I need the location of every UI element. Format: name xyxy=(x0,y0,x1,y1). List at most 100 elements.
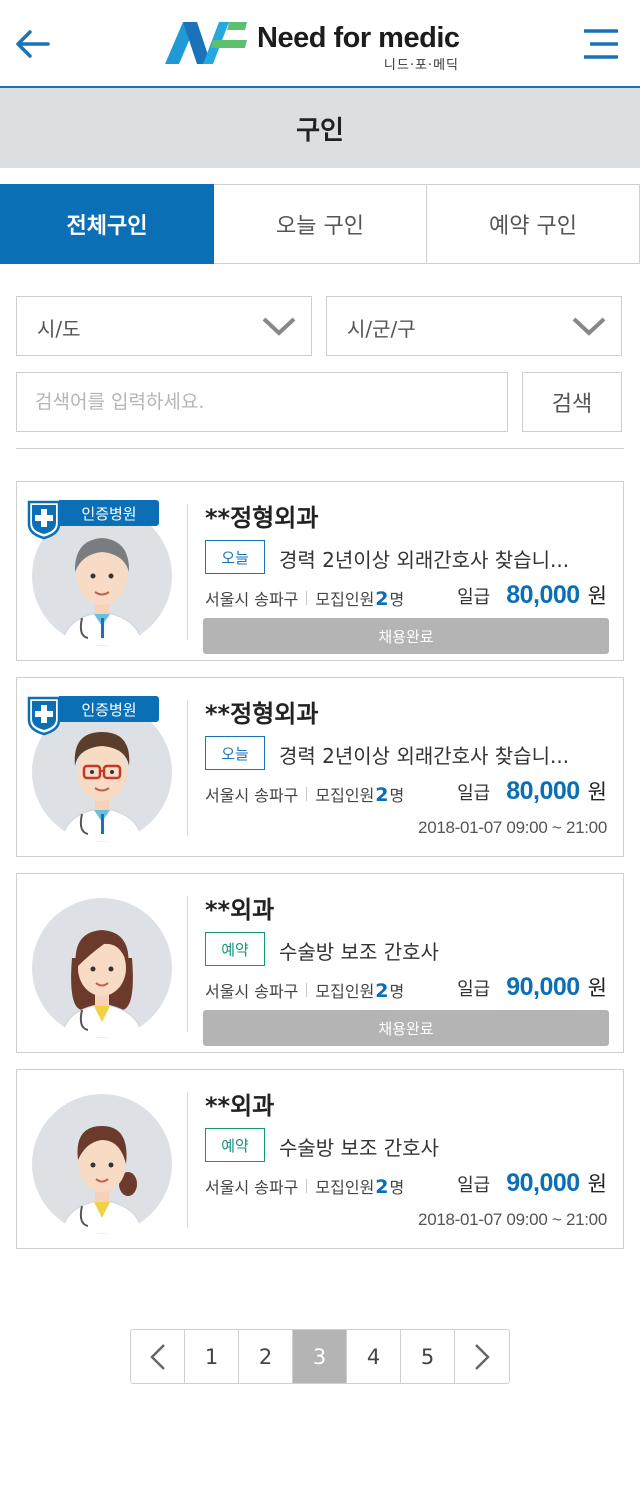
divider xyxy=(187,896,188,1032)
hospital-name: **정형외과 xyxy=(205,504,319,532)
hospital-name: **외과 xyxy=(205,1092,275,1120)
recruit-unit: 명 xyxy=(389,590,405,609)
recruit-count: 2 xyxy=(375,588,389,610)
shield-plus-icon xyxy=(27,500,61,540)
recruit-unit: 명 xyxy=(389,982,405,1001)
job-meta: 서울시 송파구 모집인원 2 명 xyxy=(205,1174,404,1198)
daily-pay: 일급 80,000 원 xyxy=(457,580,607,610)
page-title: 구인 xyxy=(296,115,344,146)
search-input[interactable] xyxy=(16,372,508,432)
app-header: Need for medic 니드·포·메딕 xyxy=(0,0,640,88)
divider xyxy=(16,448,624,449)
recruit-label: 모집인원 xyxy=(315,590,375,609)
tab-reserved-jobs[interactable]: 예약 구인 xyxy=(427,184,640,264)
job-title: 경력 2년이상 외래간호사 찾습니... xyxy=(279,744,570,768)
hospital-name: **정형외과 xyxy=(205,700,319,728)
separator xyxy=(306,983,308,997)
page-button-current[interactable]: 3 xyxy=(293,1330,347,1383)
today-tag: 오늘 xyxy=(205,736,265,770)
hospital-name: **외과 xyxy=(205,896,275,924)
page-button[interactable]: 5 xyxy=(401,1330,455,1383)
certified-badge: 인증병원 xyxy=(27,696,159,736)
page-button[interactable]: 4 xyxy=(347,1330,401,1383)
recruit-label: 모집인원 xyxy=(315,1178,375,1197)
divider xyxy=(187,700,188,836)
location: 서울시 송파구 xyxy=(205,982,299,1001)
job-card[interactable]: 인증병원 **정형외과 오늘 경력 2년이상 외래간호사 찾습니... 서울시 … xyxy=(16,677,624,857)
daily-pay: 일급 90,000 원 xyxy=(457,972,607,1002)
female-doctor-icon xyxy=(61,930,143,1038)
pagination: 1 2 3 4 5 xyxy=(130,1329,510,1384)
status-completed-bar: 채용완료 xyxy=(203,618,609,654)
pay-amount: 90,000 xyxy=(506,973,580,1001)
pay-amount: 80,000 xyxy=(506,777,580,805)
search-button[interactable]: 검색 xyxy=(522,372,622,432)
recruit-label: 모집인원 xyxy=(315,982,375,1001)
shield-plus-icon xyxy=(27,696,61,736)
pay-unit: 원 xyxy=(587,976,607,1000)
district-select-value: 시/군/구 xyxy=(347,317,416,341)
job-meta: 서울시 송파구 모집인원 2 명 xyxy=(205,978,404,1002)
pay-unit: 원 xyxy=(587,780,607,804)
location: 서울시 송파구 xyxy=(205,786,299,805)
reserve-tag: 예약 xyxy=(205,1128,265,1162)
job-title: 수술방 보조 간호사 xyxy=(279,940,439,964)
status-completed-bar: 채용완료 xyxy=(203,1010,609,1046)
avatar xyxy=(32,1094,172,1234)
page-title-bar: 구인 xyxy=(0,88,640,168)
pay-label: 일급 xyxy=(457,783,491,804)
chevron-left-icon xyxy=(149,1343,165,1370)
page-button[interactable]: 1 xyxy=(185,1330,239,1383)
recruit-unit: 명 xyxy=(389,786,405,805)
district-select[interactable]: 시/군/구 xyxy=(326,296,622,356)
job-meta: 서울시 송파구 모집인원 2 명 xyxy=(205,782,404,806)
job-title: 수술방 보조 간호사 xyxy=(279,1136,439,1160)
job-card[interactable]: **외과 예약 수술방 보조 간호사 서울시 송파구 모집인원 2 명 일급 9… xyxy=(16,1069,624,1249)
region-select-value: 시/도 xyxy=(37,317,81,341)
pay-label: 일급 xyxy=(457,979,491,1000)
prev-page-button[interactable] xyxy=(131,1330,185,1383)
tab-all-jobs[interactable]: 전체구인 xyxy=(0,184,214,264)
job-meta: 서울시 송파구 모집인원 2 명 xyxy=(205,586,404,610)
pay-label: 일급 xyxy=(457,587,491,608)
separator xyxy=(306,787,308,801)
brand-subtitle: 니드·포·메딕 xyxy=(383,58,459,73)
work-datetime: 2018-01-07 09:00 ~ 21:00 xyxy=(418,818,607,837)
female-doctor-ponytail-icon xyxy=(61,1126,143,1234)
certified-badge: 인증병원 xyxy=(27,500,159,540)
today-tag: 오늘 xyxy=(205,540,265,574)
avatar xyxy=(32,898,172,1038)
next-page-button[interactable] xyxy=(455,1330,509,1383)
page-button[interactable]: 2 xyxy=(239,1330,293,1383)
region-select[interactable]: 시/도 xyxy=(16,296,312,356)
pay-amount: 80,000 xyxy=(506,581,580,609)
certified-badge-label: 인증병원 xyxy=(59,696,159,722)
recruit-count: 2 xyxy=(375,784,389,806)
location: 서울시 송파구 xyxy=(205,1178,299,1197)
tab-today-jobs[interactable]: 오늘 구인 xyxy=(214,184,427,264)
reserve-tag: 예약 xyxy=(205,932,265,966)
chevron-down-icon xyxy=(572,317,606,336)
recruit-count: 2 xyxy=(375,980,389,1002)
job-card[interactable]: 인증병원 **정형외과 오늘 경력 2년이상 외래간호사 찾습니... 서울시 … xyxy=(16,481,624,661)
job-tabs: 전체구인 오늘 구인 예약 구인 xyxy=(0,184,640,264)
pay-amount: 90,000 xyxy=(506,1169,580,1197)
chevron-down-icon xyxy=(262,317,296,336)
brand-logo[interactable]: Need for medic 니드·포·메딕 xyxy=(163,18,463,73)
pay-unit: 원 xyxy=(587,584,607,608)
recruit-count: 2 xyxy=(375,1176,389,1198)
divider xyxy=(187,504,188,640)
recruit-label: 모집인원 xyxy=(315,786,375,805)
pay-label: 일급 xyxy=(457,1175,491,1196)
chevron-right-icon xyxy=(475,1343,490,1370)
pay-unit: 원 xyxy=(587,1172,607,1196)
logo-mark-icon xyxy=(165,22,247,64)
back-arrow-icon[interactable] xyxy=(10,22,54,66)
daily-pay: 일급 80,000 원 xyxy=(457,776,607,806)
certified-badge-label: 인증병원 xyxy=(59,500,159,526)
job-card[interactable]: **외과 예약 수술방 보조 간호사 서울시 송파구 모집인원 2 명 일급 9… xyxy=(16,873,624,1053)
separator xyxy=(306,1179,308,1193)
hamburger-menu-icon[interactable] xyxy=(580,22,624,66)
work-datetime: 2018-01-07 09:00 ~ 21:00 xyxy=(418,1210,607,1229)
location: 서울시 송파구 xyxy=(205,590,299,609)
